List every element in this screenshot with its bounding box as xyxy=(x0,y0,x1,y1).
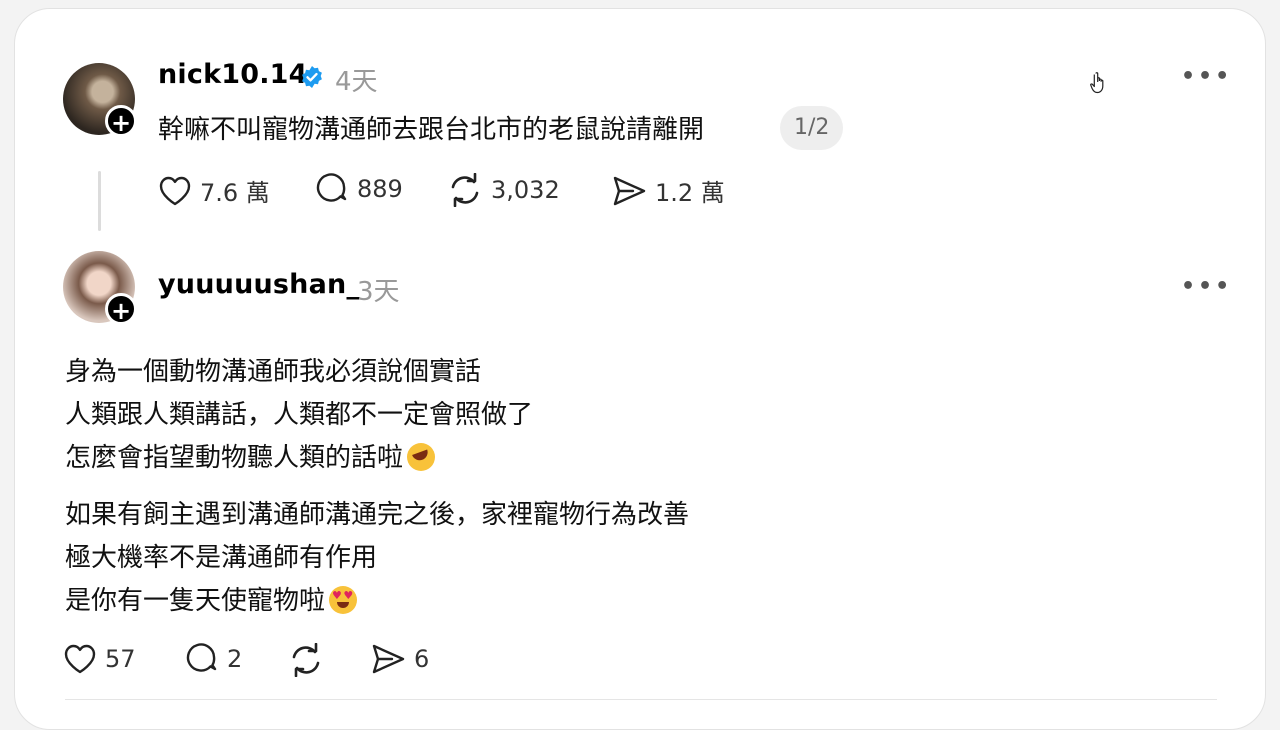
post-text: 怎麼會指望動物聽人類的話啦 xyxy=(65,443,404,473)
heart-eyes-emoji-icon xyxy=(329,586,358,614)
post-text-line: 怎麼會指望動物聽人類的話啦 xyxy=(65,437,436,474)
more-options-icon[interactable]: ••• xyxy=(1181,274,1232,299)
post-text-line: 極大機率不是溝通師有作用 xyxy=(65,543,378,573)
repost-button[interactable] xyxy=(288,643,324,677)
repost-icon xyxy=(292,643,320,677)
send-icon xyxy=(613,176,646,205)
post-time[interactable]: 4天 xyxy=(335,61,378,98)
repost-icon xyxy=(451,173,479,207)
thread-card: + nick10.14 4天 ••• 幹嘛不叫寵物溝通師去跟台北市的老鼠說請離開… xyxy=(14,8,1266,730)
post-text: 幹嘛不叫寵物溝通師去跟台北市的老鼠說請離開 xyxy=(158,115,705,145)
username[interactable]: nick10.14 xyxy=(158,59,308,90)
share-button[interactable]: 1.2 萬 xyxy=(611,173,725,208)
rofl-emoji-icon xyxy=(407,443,436,471)
follow-plus-icon[interactable]: + xyxy=(105,105,137,137)
share-button[interactable]: 6 xyxy=(370,643,429,675)
reply-button[interactable]: 889 xyxy=(315,173,403,205)
reply-button[interactable]: 2 xyxy=(185,643,242,675)
post-text-line: 如果有飼主遇到溝通師溝通完之後，家裡寵物行為改善 xyxy=(65,500,690,530)
post-time[interactable]: 3天 xyxy=(357,271,400,308)
like-count: 7.6 萬 xyxy=(200,179,270,207)
thread-connector-line xyxy=(98,171,101,231)
username[interactable]: yuuuuushan_ xyxy=(158,269,360,300)
comment-icon xyxy=(186,643,217,672)
repost-button[interactable]: 3,032 xyxy=(447,173,560,207)
reply-count: 889 xyxy=(357,175,403,203)
follow-plus-icon[interactable]: + xyxy=(105,293,137,325)
post-text: 是你有一隻天使寵物啦 xyxy=(65,586,326,616)
post-text-line: 是你有一隻天使寵物啦 xyxy=(65,580,358,617)
heart-icon xyxy=(64,644,96,674)
avatar-container[interactable]: + xyxy=(63,251,137,325)
reply-count: 2 xyxy=(227,645,243,673)
heart-icon xyxy=(159,176,191,205)
share-count: 1.2 萬 xyxy=(655,179,725,207)
like-button[interactable]: 7.6 萬 xyxy=(158,173,270,208)
post-text-line: 人類跟人類講話，人類都不一定會照做了 xyxy=(65,400,534,430)
comment-icon xyxy=(316,173,347,202)
page-indicator[interactable]: 1/2 xyxy=(780,106,844,150)
divider xyxy=(65,699,1217,700)
verified-badge-icon xyxy=(302,66,322,88)
share-count: 6 xyxy=(414,645,430,673)
like-count: 57 xyxy=(105,645,136,673)
repost-count: 3,032 xyxy=(491,176,560,204)
post-text-line: 身為一個動物溝通師我必須說個實話 xyxy=(65,357,482,387)
more-options-icon[interactable]: ••• xyxy=(1181,64,1232,89)
send-icon xyxy=(372,644,405,674)
hand-cursor-icon xyxy=(1090,72,1104,94)
like-button[interactable]: 57 xyxy=(63,643,136,675)
avatar-container[interactable]: + xyxy=(63,63,137,137)
